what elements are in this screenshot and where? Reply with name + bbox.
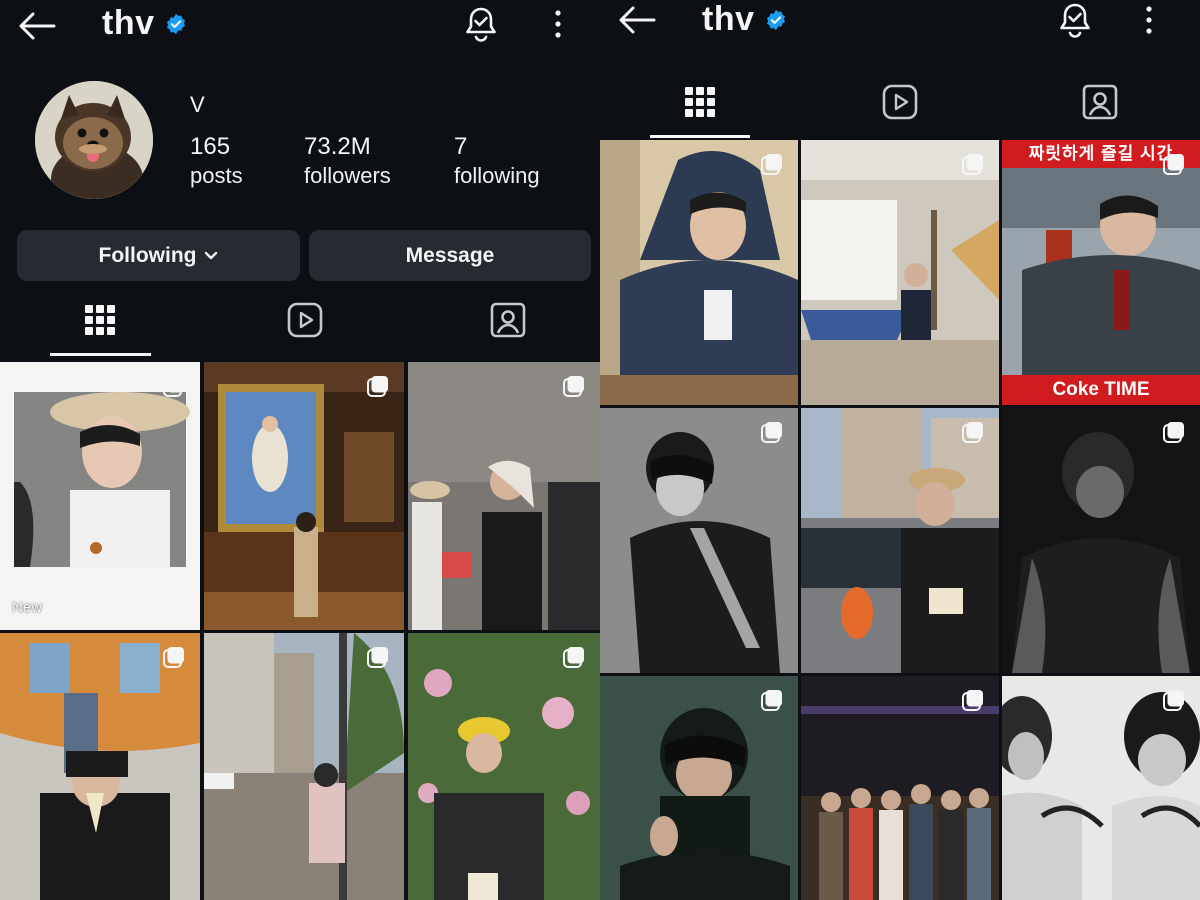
reels-icon xyxy=(287,302,323,338)
avatar[interactable] xyxy=(35,81,153,199)
post-image xyxy=(204,362,404,630)
reels-icon xyxy=(882,84,918,120)
bell-check-icon xyxy=(1060,3,1090,38)
ad-banner-bottom: Coke TIME xyxy=(1002,375,1200,405)
post-thumbnail[interactable] xyxy=(600,408,798,673)
active-tab-indicator xyxy=(50,353,151,356)
bell-check-icon xyxy=(466,7,496,42)
arrow-left-icon xyxy=(19,12,56,40)
display-name: V xyxy=(190,92,205,117)
post-thumbnail[interactable] xyxy=(801,676,999,900)
more-vertical-icon xyxy=(1146,6,1152,34)
tab-reels[interactable] xyxy=(275,292,335,348)
carousel-icon xyxy=(1162,420,1186,444)
more-options-button[interactable] xyxy=(1137,2,1161,38)
following-count: 7 xyxy=(454,133,468,160)
post-image xyxy=(1002,408,1200,673)
post-thumbnail[interactable] xyxy=(408,633,600,900)
post-image xyxy=(408,633,600,900)
following-button[interactable]: Following xyxy=(17,230,300,281)
more-vertical-icon xyxy=(555,10,561,38)
grid-icon xyxy=(685,87,715,117)
avatar-image xyxy=(35,81,153,199)
carousel-icon xyxy=(760,152,784,176)
following-stat[interactable]: 7 following xyxy=(454,133,540,191)
active-tab-indicator xyxy=(650,135,750,138)
notifications-button[interactable] xyxy=(1055,0,1095,40)
post-thumbnail[interactable] xyxy=(801,140,999,405)
post-image xyxy=(600,408,798,673)
post-image xyxy=(801,408,999,673)
verified-badge-icon xyxy=(166,13,185,34)
carousel-icon xyxy=(1162,152,1186,176)
carousel-icon xyxy=(366,374,390,398)
post-thumbnail[interactable] xyxy=(801,408,999,673)
post-image xyxy=(600,140,798,405)
carousel-icon xyxy=(366,645,390,669)
post-image xyxy=(0,362,200,630)
post-thumbnail[interactable]: New xyxy=(0,362,200,630)
tagged-icon xyxy=(490,302,526,338)
tab-reels[interactable] xyxy=(870,74,930,130)
profile-panel-right: thv 짜릿하게 즐길 시간 Coke TIME xyxy=(600,0,1200,900)
tab-tagged[interactable] xyxy=(1070,74,1130,130)
posts-label: posts xyxy=(190,163,243,188)
following-label: following xyxy=(454,163,540,188)
post-thumbnail[interactable] xyxy=(1002,676,1200,900)
profile-panel-left: thv V 165 posts 73.2M followers 7 follow… xyxy=(0,0,600,900)
posts-count: 165 xyxy=(190,133,231,160)
post-thumbnail[interactable] xyxy=(0,633,200,900)
post-thumbnail[interactable] xyxy=(408,362,600,630)
profile-tabs xyxy=(0,292,600,356)
notifications-button[interactable] xyxy=(461,4,501,44)
post-thumbnail[interactable] xyxy=(204,633,404,900)
tagged-icon xyxy=(1082,84,1118,120)
post-image xyxy=(801,140,999,405)
post-thumbnail[interactable] xyxy=(1002,408,1200,673)
post-image xyxy=(0,633,200,900)
post-thumbnail[interactable]: 짜릿하게 즐길 시간 Coke TIME xyxy=(1002,140,1200,405)
profile-handle: thv xyxy=(102,4,155,42)
followers-label: followers xyxy=(304,163,391,188)
top-bar: thv xyxy=(0,0,600,52)
new-badge: New xyxy=(12,599,43,616)
tab-tagged[interactable] xyxy=(478,292,538,348)
more-options-button[interactable] xyxy=(546,6,570,42)
carousel-icon xyxy=(961,152,985,176)
followers-stat[interactable]: 73.2M followers xyxy=(304,133,391,191)
post-image xyxy=(408,362,600,630)
carousel-icon xyxy=(961,688,985,712)
grid-icon xyxy=(85,305,115,335)
post-thumbnail[interactable] xyxy=(600,676,798,900)
carousel-icon xyxy=(562,645,586,669)
profile-handle: thv xyxy=(702,0,755,38)
profile-handle-row: thv xyxy=(702,0,787,39)
carousel-icon xyxy=(162,645,186,669)
back-button[interactable] xyxy=(17,8,57,44)
carousel-icon xyxy=(961,420,985,444)
tab-posts-grid[interactable] xyxy=(670,74,730,130)
carousel-icon xyxy=(562,374,586,398)
top-bar: thv xyxy=(600,0,1200,52)
post-thumbnail[interactable] xyxy=(600,140,798,405)
carousel-icon xyxy=(760,688,784,712)
profile-handle-row: thv xyxy=(102,4,187,43)
chevron-down-icon xyxy=(205,251,218,259)
arrow-left-icon xyxy=(619,6,656,34)
post-image xyxy=(1002,140,1200,405)
profile-tabs xyxy=(600,74,1200,138)
carousel-icon xyxy=(760,420,784,444)
carousel-icon xyxy=(1162,688,1186,712)
posts-stat[interactable]: 165 posts xyxy=(190,133,243,191)
verified-badge-icon xyxy=(766,9,785,30)
message-button-label: Message xyxy=(405,243,495,267)
carousel-icon xyxy=(162,374,186,398)
followers-count: 73.2M xyxy=(304,133,371,160)
post-image xyxy=(204,633,404,900)
message-button[interactable]: Message xyxy=(309,230,591,281)
tab-posts-grid[interactable] xyxy=(70,292,130,348)
following-button-label: Following xyxy=(98,243,197,267)
post-thumbnail[interactable] xyxy=(204,362,404,630)
back-button[interactable] xyxy=(617,2,657,38)
